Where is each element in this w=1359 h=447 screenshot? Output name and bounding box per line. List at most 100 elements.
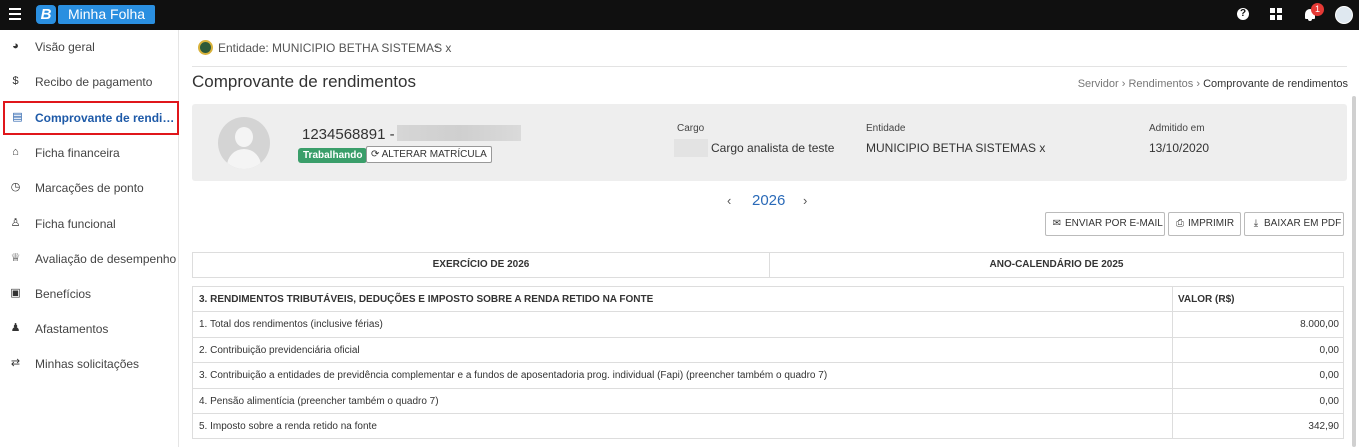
bank-icon: ⌂ [12, 146, 19, 158]
employee-avatar [218, 117, 270, 169]
row-value: 8.000,00 [1172, 312, 1344, 337]
row-value: 0,00 [1172, 388, 1344, 413]
sidebar-item-afastamentos[interactable]: ♟ Afastamentos [0, 312, 179, 347]
breadcrumb-servidor[interactable]: Servidor [1078, 78, 1119, 90]
row-value: 0,00 [1172, 337, 1344, 363]
sidebar-item-label: Recibo de pagamento [35, 75, 153, 89]
print-label: IMPRIMIR [1188, 218, 1235, 229]
chevron-down-icon[interactable]: ⌄ [432, 40, 440, 51]
gift-icon: ▣ [10, 287, 21, 299]
apps-grid-icon[interactable] [1270, 8, 1282, 20]
sidebar-item-label: Benefícios [35, 287, 92, 301]
status-badge: Trabalhando [298, 148, 368, 163]
envelope-icon: ✉ [1052, 218, 1062, 229]
cargo-value: Cargo analista de teste [711, 141, 835, 155]
sidebar-item-comprovante[interactable]: ▤ Comprovante de rendimentos [3, 101, 179, 135]
sidebar-item-ficha-financeira[interactable]: ⌂ Ficha financeira [0, 136, 179, 171]
page-title: Comprovante de rendimentos [192, 72, 416, 91]
entidade-label: Entidade [866, 123, 906, 134]
send-email-label: ENVIAR POR E-MAIL [1065, 218, 1163, 229]
alter-matricula-label: ALTERAR MATRÍCULA [381, 149, 487, 160]
redacted-cargo-code [674, 139, 708, 157]
next-year-icon[interactable]: › [803, 193, 807, 208]
download-icon: ⤓ [1253, 218, 1259, 229]
admitido-value: 13/10/2020 [1149, 141, 1210, 155]
printer-icon: ⎙ [1176, 218, 1184, 229]
column-header-description: 3. RENDIMENTOS TRIBUTÁVEIS, DEDUÇÕES E I… [199, 294, 654, 305]
sidebar-item-avaliacao[interactable]: ♕ Avaliação de desempenho [0, 242, 179, 277]
table-row: 2. Contribuição previdenciária oficial 0… [193, 337, 1344, 364]
previous-year-icon[interactable]: ‹ [727, 193, 731, 208]
help-icon[interactable]: ? [1237, 8, 1249, 20]
table-row: 3. Contribuição a entidades de previdênc… [193, 363, 1344, 389]
send-email-button[interactable]: ✉ ENVIAR POR E-MAIL [1045, 212, 1165, 236]
row-value: 342,90 [1172, 413, 1344, 439]
page-scrollbar[interactable] [1352, 96, 1356, 447]
breadcrumb: Servidor › Rendimentos › Comprovante de … [1078, 78, 1348, 90]
menu-icon[interactable] [9, 8, 21, 22]
pie-chart-icon: ◕ [12, 40, 19, 52]
row-description: 4. Pensão alimentícia (preencher também … [199, 395, 439, 407]
table-header-row: 3. RENDIMENTOS TRIBUTÁVEIS, DEDUÇÕES E I… [193, 287, 1344, 313]
table-row: 5. Imposto sobre a renda retido na fonte… [193, 413, 1344, 440]
user-icon: ♙ [10, 217, 21, 229]
row-description: 1. Total dos rendimentos (inclusive féri… [199, 319, 383, 331]
app-logo[interactable]: B [36, 5, 56, 24]
exercicio-cell: EXERCÍCIO DE 2026 [432, 259, 530, 270]
user-times-icon: ♟ [10, 322, 21, 334]
top-bar: B Minha Folha ? 1 [0, 0, 1359, 30]
print-button[interactable]: ⎙ IMPRIMIR [1168, 212, 1241, 236]
document-icon: ▤ [12, 111, 23, 123]
sidebar: ◕ Visão geral $ Recibo de pagamento ▤ Co… [0, 30, 179, 447]
sidebar-item-label: Visão geral [35, 40, 95, 54]
dollar-icon: $ [12, 75, 19, 87]
table-row: 1. Total dos rendimentos (inclusive féri… [193, 312, 1344, 338]
sidebar-item-recibo[interactable]: $ Recibo de pagamento [0, 65, 179, 100]
notification-badge: 1 [1311, 3, 1324, 16]
chevron-right-icon: › [1196, 78, 1201, 90]
matricula-number: 1234568891 - [302, 126, 395, 143]
year-navigation: ‹ 2026 › [725, 191, 815, 211]
chevron-right-icon: › [1121, 78, 1126, 90]
alter-matricula-button[interactable]: ⟳ ALTERAR MATRÍCULA [366, 146, 492, 163]
sidebar-item-beneficios[interactable]: ▣ Benefícios [0, 277, 179, 312]
refresh-icon: ⟳ [371, 149, 380, 160]
row-description: 5. Imposto sobre a renda retido na fonte [199, 420, 377, 432]
sidebar-item-label: Ficha funcional [35, 217, 116, 231]
entity-selector[interactable]: Entidade: MUNICIPIO BETHA SISTEMAS x [218, 41, 451, 55]
entity-bar: Entidade: MUNICIPIO BETHA SISTEMAS x ⌄ [192, 30, 1347, 67]
sidebar-item-visao-geral[interactable]: ◕ Visão geral [0, 30, 179, 65]
sidebar-item-label: Marcações de ponto [35, 181, 144, 195]
ano-calendario-cell: ANO-CALENDÁRIO DE 2025 [989, 259, 1124, 270]
selected-year: 2026 [752, 192, 786, 209]
exercise-header: EXERCÍCIO DE 2026 ANO-CALENDÁRIO DE 2025 [192, 252, 1344, 278]
column-header-value: VALOR (R$) [1172, 287, 1344, 312]
sidebar-item-label: Minhas solicitações [35, 357, 140, 371]
sidebar-item-label: Afastamentos [35, 322, 109, 336]
sidebar-item-label: Comprovante de rendimentos [35, 111, 177, 125]
sidebar-item-label: Ficha financeira [35, 146, 120, 160]
row-value: 0,00 [1172, 363, 1344, 388]
entity-crest-icon [198, 40, 213, 55]
entidade-value: MUNICIPIO BETHA SISTEMAS x [866, 141, 1046, 155]
breadcrumb-current: Comprovante de rendimentos [1203, 78, 1348, 90]
breadcrumb-rendimentos[interactable]: Rendimentos [1128, 78, 1193, 90]
sidebar-item-marcacoes[interactable]: ◷ Marcações de ponto [0, 171, 179, 206]
sidebar-item-solicitacoes[interactable]: ⇄ Minhas solicitações [0, 347, 179, 382]
employee-card: 1234568891 - Trabalhando ⟳ ALTERAR MATRÍ… [192, 104, 1347, 181]
admitido-label: Admitido em [1149, 123, 1205, 134]
app-name[interactable]: Minha Folha [58, 5, 156, 24]
clock-icon: ◷ [10, 181, 21, 193]
sidebar-item-label: Avaliação de desempenho [35, 252, 177, 266]
row-description: 3. Contribuição a entidades de previdênc… [199, 370, 828, 382]
trophy-icon: ♕ [10, 252, 21, 264]
income-table: 3. RENDIMENTOS TRIBUTÁVEIS, DEDUÇÕES E I… [192, 286, 1344, 440]
user-avatar[interactable] [1335, 6, 1353, 24]
exchange-icon: ⇄ [10, 357, 21, 369]
table-row: 4. Pensão alimentícia (preencher também … [193, 388, 1344, 414]
sidebar-item-ficha-funcional[interactable]: ♙ Ficha funcional [0, 207, 179, 242]
cargo-label: Cargo [677, 123, 705, 134]
download-pdf-label: BAIXAR EM PDF [1264, 218, 1342, 229]
download-pdf-button[interactable]: ⤓ BAIXAR EM PDF [1244, 212, 1344, 236]
redacted-name [397, 125, 521, 141]
